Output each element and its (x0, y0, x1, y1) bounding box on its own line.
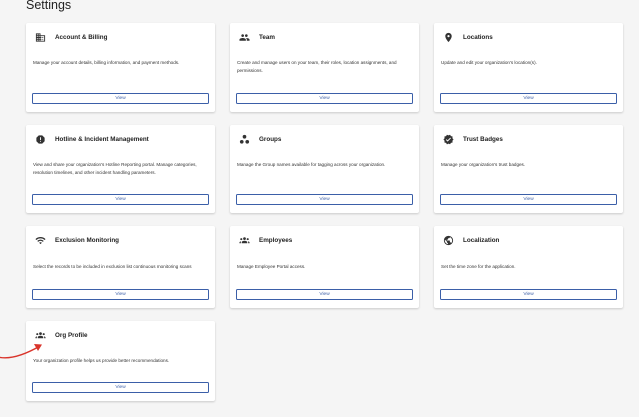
exclusion-monitoring-card: Exclusion Monitoring Select the records … (26, 226, 215, 308)
people-icon (239, 32, 250, 43)
card-title: Org Profile (55, 332, 88, 339)
card-title: Locations (463, 34, 493, 41)
card-title: Trust Badges (463, 136, 503, 143)
groups-view-button[interactable]: View (236, 194, 413, 205)
account-billing-view-button[interactable]: View (32, 93, 209, 104)
page-title: Settings (26, 0, 72, 12)
card-title: Account & Billing (55, 34, 108, 41)
card-description: Manage your organization's trust badges. (441, 162, 526, 167)
employees-card: Employees Manage Employee Portal access.… (230, 226, 419, 308)
trust-badges-card: Trust Badges Manage your organization's … (434, 125, 623, 213)
card-description: Set the time zone for the application. (441, 264, 516, 269)
card-description: Update and edit your organization's loca… (441, 60, 537, 65)
org-profile-view-button[interactable]: View (32, 382, 209, 393)
trust-badges-view-button[interactable]: View (440, 194, 617, 205)
card-title: Employees (259, 237, 293, 244)
card-title: Groups (259, 136, 282, 143)
card-title: Team (259, 34, 275, 41)
alert-icon (35, 134, 46, 145)
building-icon (35, 32, 46, 43)
card-header: Locations (443, 32, 493, 43)
card-header: Trust Badges (443, 134, 503, 145)
hotline-incident-view-button[interactable]: View (32, 194, 209, 205)
card-header: Account & Billing (35, 32, 107, 43)
verified-badge-icon (443, 134, 454, 145)
localization-card: Localization Set the time zone for the a… (434, 226, 623, 308)
card-description: Manage your account details, billing inf… (33, 60, 180, 65)
exclusion-monitoring-view-button[interactable]: View (32, 289, 209, 300)
employees-icon (239, 235, 250, 246)
card-title: Hotline & Incident Management (55, 136, 149, 143)
card-title: Exclusion Monitoring (55, 237, 120, 244)
card-header: Employees (239, 235, 292, 246)
wifi-icon (35, 235, 46, 246)
card-description: Select the records to be included in exc… (33, 264, 192, 269)
location-pin-icon (443, 32, 454, 43)
account-billing-card: Account & Billing Manage your account de… (26, 23, 215, 112)
card-header: Team (239, 32, 275, 43)
hotline-incident-card: Hotline & Incident Management View and s… (26, 125, 215, 213)
locations-view-button[interactable]: View (440, 93, 617, 104)
team-card: Team Create and manage users on your tea… (230, 23, 419, 112)
card-description: Manage Employee Portal access. (237, 264, 306, 269)
groups-icon (239, 134, 250, 145)
annotation-arrow (0, 344, 42, 359)
team-view-button[interactable]: View (236, 93, 413, 104)
employees-view-button[interactable]: View (236, 289, 413, 300)
card-header: Groups (239, 134, 281, 145)
locations-card: Locations Update and edit your organizat… (434, 23, 623, 112)
card-header: Hotline & Incident Management (35, 134, 149, 145)
card-title: Localization (463, 237, 500, 244)
card-description: Create and manage users on your team, th… (237, 60, 397, 73)
card-description: Your organization profile helps us provi… (33, 358, 170, 363)
settings-grid: Account & Billing Manage your account de… (26, 23, 623, 401)
globe-icon (443, 235, 454, 246)
card-header: Localization (443, 235, 499, 246)
card-header: Exclusion Monitoring (35, 235, 119, 246)
card-description: View and share your organization's Hotli… (33, 162, 197, 175)
groups-card: Groups Manage the Group names available … (230, 125, 419, 213)
card-description: Manage the Group names available for tag… (237, 162, 386, 167)
localization-view-button[interactable]: View (440, 289, 617, 300)
